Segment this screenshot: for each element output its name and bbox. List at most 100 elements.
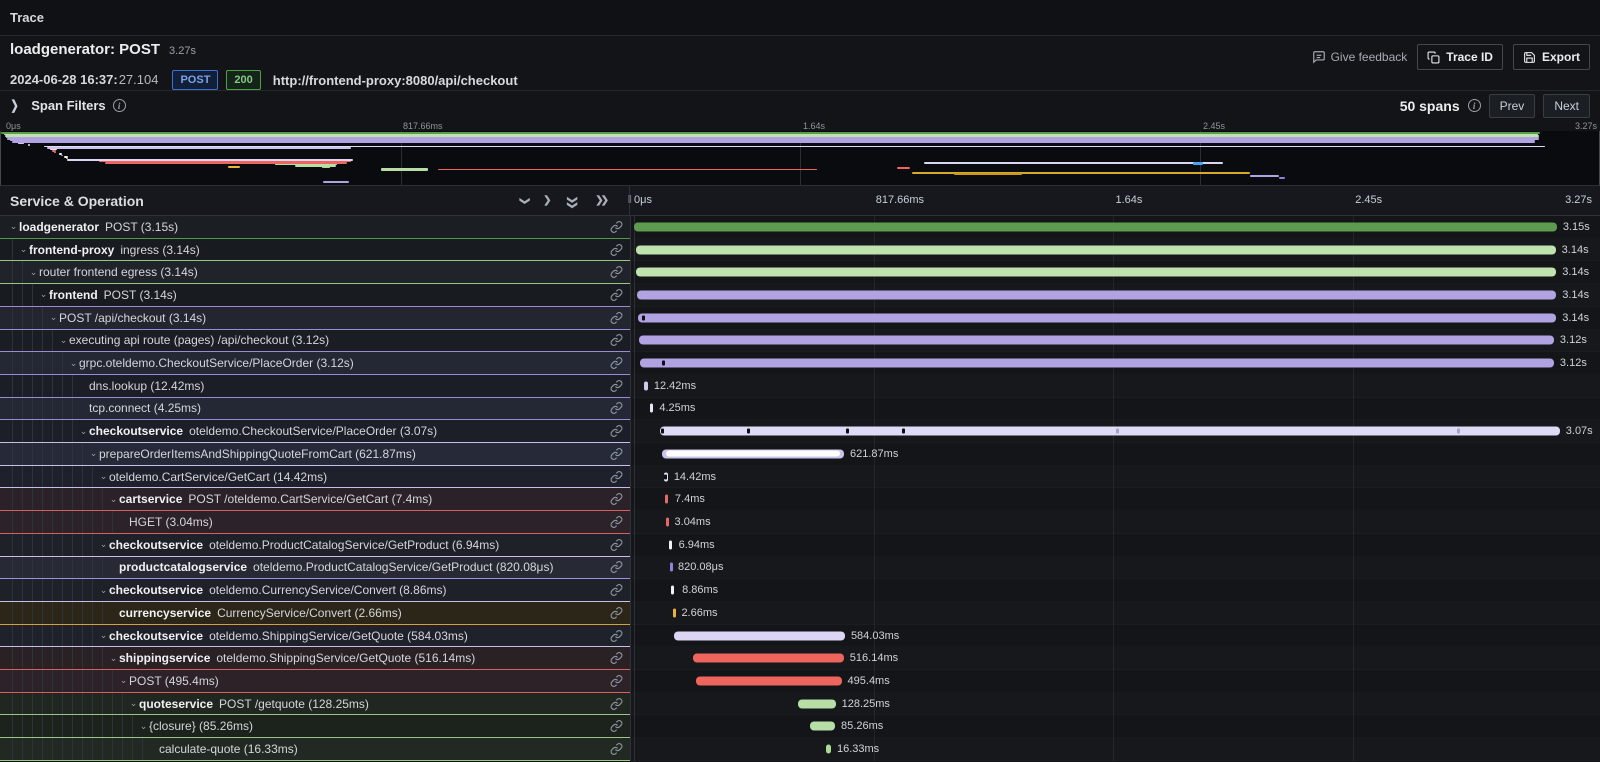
- timeline-row[interactable]: 621.87ms: [631, 443, 1600, 466]
- trace-id-button[interactable]: Trace ID: [1417, 44, 1503, 70]
- timeline-row[interactable]: 6.94ms: [631, 534, 1600, 557]
- span-row[interactable]: ⌄frontendPOST (3.14s): [0, 284, 630, 307]
- chevron-down-icon[interactable]: ⌄: [128, 698, 139, 709]
- timeline-row[interactable]: 584.03ms: [631, 625, 1600, 648]
- chevron-down-icon[interactable]: ⌄: [68, 358, 79, 369]
- span-row[interactable]: currencyserviceCurrencyService/Convert (…: [0, 602, 630, 625]
- span-link-icon[interactable]: [610, 720, 623, 733]
- span-link-icon[interactable]: [610, 629, 623, 642]
- span-bar[interactable]: [669, 540, 672, 549]
- span-link-icon[interactable]: [610, 447, 623, 460]
- span-row[interactable]: ⌄{closure} (85.26ms): [0, 715, 630, 738]
- timeline-row[interactable]: 516.14ms: [631, 647, 1600, 670]
- span-bar[interactable]: [650, 404, 653, 413]
- timeline-row[interactable]: 2.66ms: [631, 602, 1600, 625]
- chevron-down-icon[interactable]: ⌄: [8, 221, 19, 232]
- span-bar[interactable]: [660, 427, 1560, 436]
- span-row[interactable]: ⌄oteldemo.CartService/GetCart (14.42ms): [0, 466, 630, 489]
- span-row[interactable]: ⌄grpc.oteldemo.CheckoutService/PlaceOrde…: [0, 352, 630, 375]
- span-row[interactable]: ⌄shippingserviceoteldemo.ShippingService…: [0, 647, 630, 670]
- span-count-info-icon[interactable]: i: [1468, 99, 1481, 112]
- span-filters-label[interactable]: Span Filters: [31, 98, 105, 113]
- span-link-icon[interactable]: [610, 243, 623, 256]
- chevron-down-icon[interactable]: ⌄: [18, 244, 29, 255]
- span-bar[interactable]: [662, 449, 844, 458]
- span-bar[interactable]: [673, 608, 676, 617]
- chevron-down-icon[interactable]: ⌄: [98, 539, 109, 550]
- span-link-icon[interactable]: [610, 334, 623, 347]
- chevron-down-icon[interactable]: ⌄: [108, 494, 119, 505]
- info-icon[interactable]: i: [113, 99, 126, 112]
- timeline-row[interactable]: 3.14s: [631, 239, 1600, 262]
- next-button[interactable]: Next: [1543, 94, 1590, 118]
- span-bar[interactable]: [674, 631, 845, 640]
- chevron-down-icon[interactable]: ⌄: [88, 448, 99, 459]
- timeline-row[interactable]: 3.14s: [631, 307, 1600, 330]
- span-bar[interactable]: [670, 563, 673, 572]
- timeline-row[interactable]: 3.04ms: [631, 511, 1600, 534]
- span-link-icon[interactable]: [610, 697, 623, 710]
- timeline-row[interactable]: 128.25ms: [631, 693, 1600, 716]
- chevron-down-icon[interactable]: ⌄: [98, 471, 109, 482]
- timeline-row[interactable]: 3.07s: [631, 420, 1600, 443]
- span-bar[interactable]: [640, 359, 1553, 368]
- span-bar[interactable]: [636, 268, 1556, 277]
- export-button[interactable]: Export: [1513, 44, 1590, 70]
- timeline-row[interactable]: 14.42ms: [631, 466, 1600, 489]
- chevron-right-icon[interactable]: ❯: [10, 98, 18, 114]
- span-link-icon[interactable]: [610, 538, 623, 551]
- span-link-icon[interactable]: [610, 584, 623, 597]
- chevron-down-icon[interactable]: ⌄: [48, 312, 59, 323]
- chevron-down-icon[interactable]: ⌄: [118, 675, 129, 686]
- column-resize-handle[interactable]: ‖: [627, 194, 633, 206]
- span-link-icon[interactable]: [610, 379, 623, 392]
- span-bar[interactable]: [693, 654, 844, 663]
- span-row[interactable]: ⌄POST /api/checkout (3.14s): [0, 307, 630, 330]
- span-link-icon[interactable]: [610, 493, 623, 506]
- span-row[interactable]: ⌄quoteservicePOST /getquote (128.25ms): [0, 693, 630, 716]
- chevron-down-icon[interactable]: ⌄: [58, 335, 69, 346]
- span-link-icon[interactable]: [610, 402, 623, 415]
- span-link-icon[interactable]: [610, 288, 623, 301]
- timeline-row[interactable]: 3.12s: [631, 352, 1600, 375]
- chevron-down-icon[interactable]: ⌄: [28, 267, 39, 278]
- timeline-row[interactable]: 16.33ms: [631, 738, 1600, 761]
- span-link-icon[interactable]: [610, 311, 623, 324]
- span-row[interactable]: ⌄POST (495.4ms): [0, 670, 630, 693]
- timeline-row[interactable]: 820.08μs: [631, 557, 1600, 580]
- span-link-icon[interactable]: [610, 515, 623, 528]
- timeline-row[interactable]: 3.15s: [631, 216, 1600, 239]
- timeline-row[interactable]: 4.25ms: [631, 398, 1600, 421]
- span-link-icon[interactable]: [610, 357, 623, 370]
- span-bar[interactable]: [826, 745, 831, 754]
- span-row[interactable]: ⌄loadgeneratorPOST (3.15s): [0, 216, 630, 239]
- chevron-down-icon[interactable]: ⌄: [138, 721, 149, 732]
- span-row[interactable]: HGET (3.04ms): [0, 511, 630, 534]
- timeline-row[interactable]: 3.14s: [631, 261, 1600, 284]
- timeline-row[interactable]: 85.26ms: [631, 715, 1600, 738]
- span-bar[interactable]: [671, 586, 674, 595]
- span-bar[interactable]: [644, 381, 648, 390]
- span-bar[interactable]: [636, 245, 1556, 254]
- span-bar[interactable]: [666, 517, 669, 526]
- collapse-one-icon[interactable]: ❯: [519, 196, 529, 204]
- span-link-icon[interactable]: [610, 743, 623, 756]
- span-link-icon[interactable]: [610, 220, 623, 233]
- chevron-down-icon[interactable]: ⌄: [98, 585, 109, 596]
- timeline-row[interactable]: 3.14s: [631, 284, 1600, 307]
- span-bar[interactable]: [637, 290, 1556, 299]
- timeline-row[interactable]: 12.42ms: [631, 375, 1600, 398]
- timeline-row[interactable]: 7.4ms: [631, 488, 1600, 511]
- span-link-icon[interactable]: [610, 425, 623, 438]
- span-row[interactable]: ⌄checkoutserviceoteldemo.ShippingService…: [0, 625, 630, 648]
- span-row[interactable]: ⌄checkoutserviceoteldemo.CheckoutService…: [0, 420, 630, 443]
- span-bar[interactable]: [810, 722, 835, 731]
- span-bar[interactable]: [639, 336, 1554, 345]
- span-row[interactable]: ⌄router frontend egress (3.14s): [0, 261, 630, 284]
- span-row[interactable]: ⌄frontend-proxyingress (3.14s): [0, 239, 630, 262]
- span-row[interactable]: ⌄executing api route (pages) /api/checko…: [0, 330, 630, 353]
- chevron-down-icon[interactable]: ⌄: [38, 289, 49, 300]
- span-row[interactable]: productcatalogserviceoteldemo.ProductCat…: [0, 557, 630, 580]
- span-row[interactable]: ⌄checkoutserviceoteldemo.ProductCatalogS…: [0, 534, 630, 557]
- expand-one-icon[interactable]: ❯: [543, 196, 551, 206]
